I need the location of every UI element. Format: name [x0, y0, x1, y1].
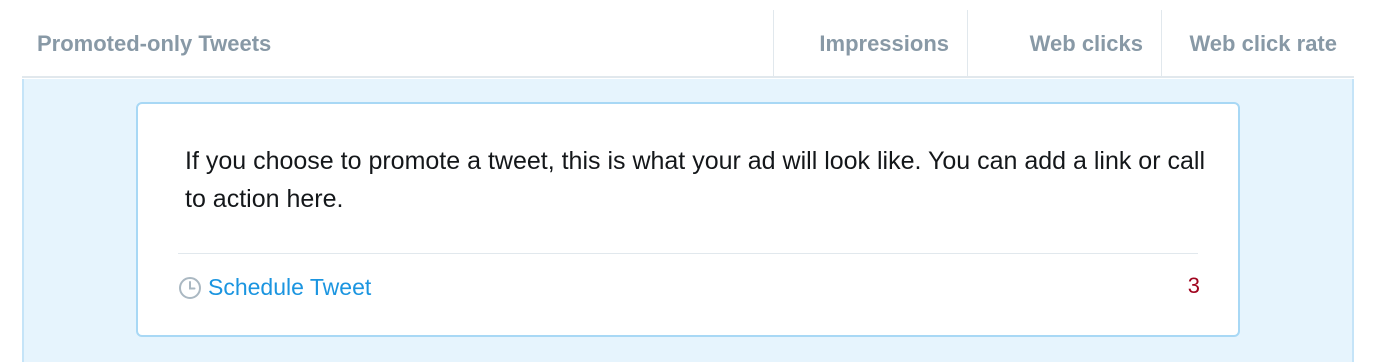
- column-header-promoted-only-tweets[interactable]: Promoted-only Tweets: [37, 10, 271, 78]
- column-header-impressions[interactable]: Impressions: [773, 10, 967, 78]
- table-header: Promoted-only Tweets Impressions Web cli…: [22, 10, 1354, 78]
- column-header-web-click-rate[interactable]: Web click rate: [1161, 10, 1354, 78]
- column-header-web-clicks[interactable]: Web clicks: [967, 10, 1161, 78]
- card-divider: [178, 253, 1198, 254]
- tweet-preview-text[interactable]: If you choose to promote a tweet, this i…: [185, 142, 1205, 218]
- tweet-preview-card: If you choose to promote a tweet, this i…: [136, 102, 1240, 337]
- character-counter: 3: [1187, 273, 1200, 298]
- schedule-tweet-label: Schedule Tweet: [208, 274, 372, 300]
- schedule-tweet-button[interactable]: Schedule Tweet: [178, 274, 371, 301]
- clock-icon: [178, 276, 202, 300]
